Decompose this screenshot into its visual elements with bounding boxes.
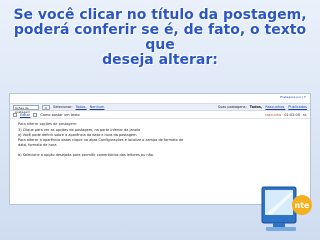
go-button[interactable]: Ir [42,104,51,110]
screenshot-header: Postagens por | F [10,94,310,103]
filter-drafts-link[interactable]: Rascunhos, [265,105,285,109]
post-date: 02:02:00 [284,112,300,117]
post-expand-checkbox[interactable] [33,112,38,117]
filter-all-link[interactable]: Todos, [250,105,263,109]
filter-published-link[interactable]: Publicados [288,105,307,109]
edit-link[interactable]: Editar [20,113,30,117]
select-label: Selecionar: [53,105,73,109]
post-title-link[interactable]: Como postar um texto [40,113,79,117]
select-all-link[interactable]: Todos, [76,105,87,109]
slide-title-line-2: poderá conferir se é, de fato, o texto q… [13,22,307,53]
post-preview-line-0: Para alterar opções de postagem: [18,122,78,126]
post-preview-line-6: b) Selecione a opção desejada para permi… [18,153,154,157]
post-preview: Para alterar opções de postagem: 3) Cliq… [10,119,310,158]
logo-text: nte [295,201,311,210]
select-none-link[interactable]: Nenhum [90,105,105,109]
slide-title-line-1: Se você clicar no título da postagem, [13,7,307,23]
nte-logo: nte [261,186,312,231]
post-status: rascunho [265,112,282,117]
slide-title: Se você clicar no título da postagem, po… [0,8,320,68]
post-actions-select[interactable]: Ações de postagem [13,104,39,114]
post-checkbox[interactable] [13,112,17,117]
slide-title-line-3: deseja alterar: [102,52,218,68]
posts-toolbar: Ações de postagem Ir Selecionar: Todos, … [10,103,310,114]
posts-by-link[interactable]: Postagens por | F [280,95,306,99]
post-row[interactable]: Editar Como postar um texto rascunho 02:… [10,111,310,119]
post-extra: sr. [302,112,307,117]
your-posts-label: Suas postagens: [217,105,247,109]
